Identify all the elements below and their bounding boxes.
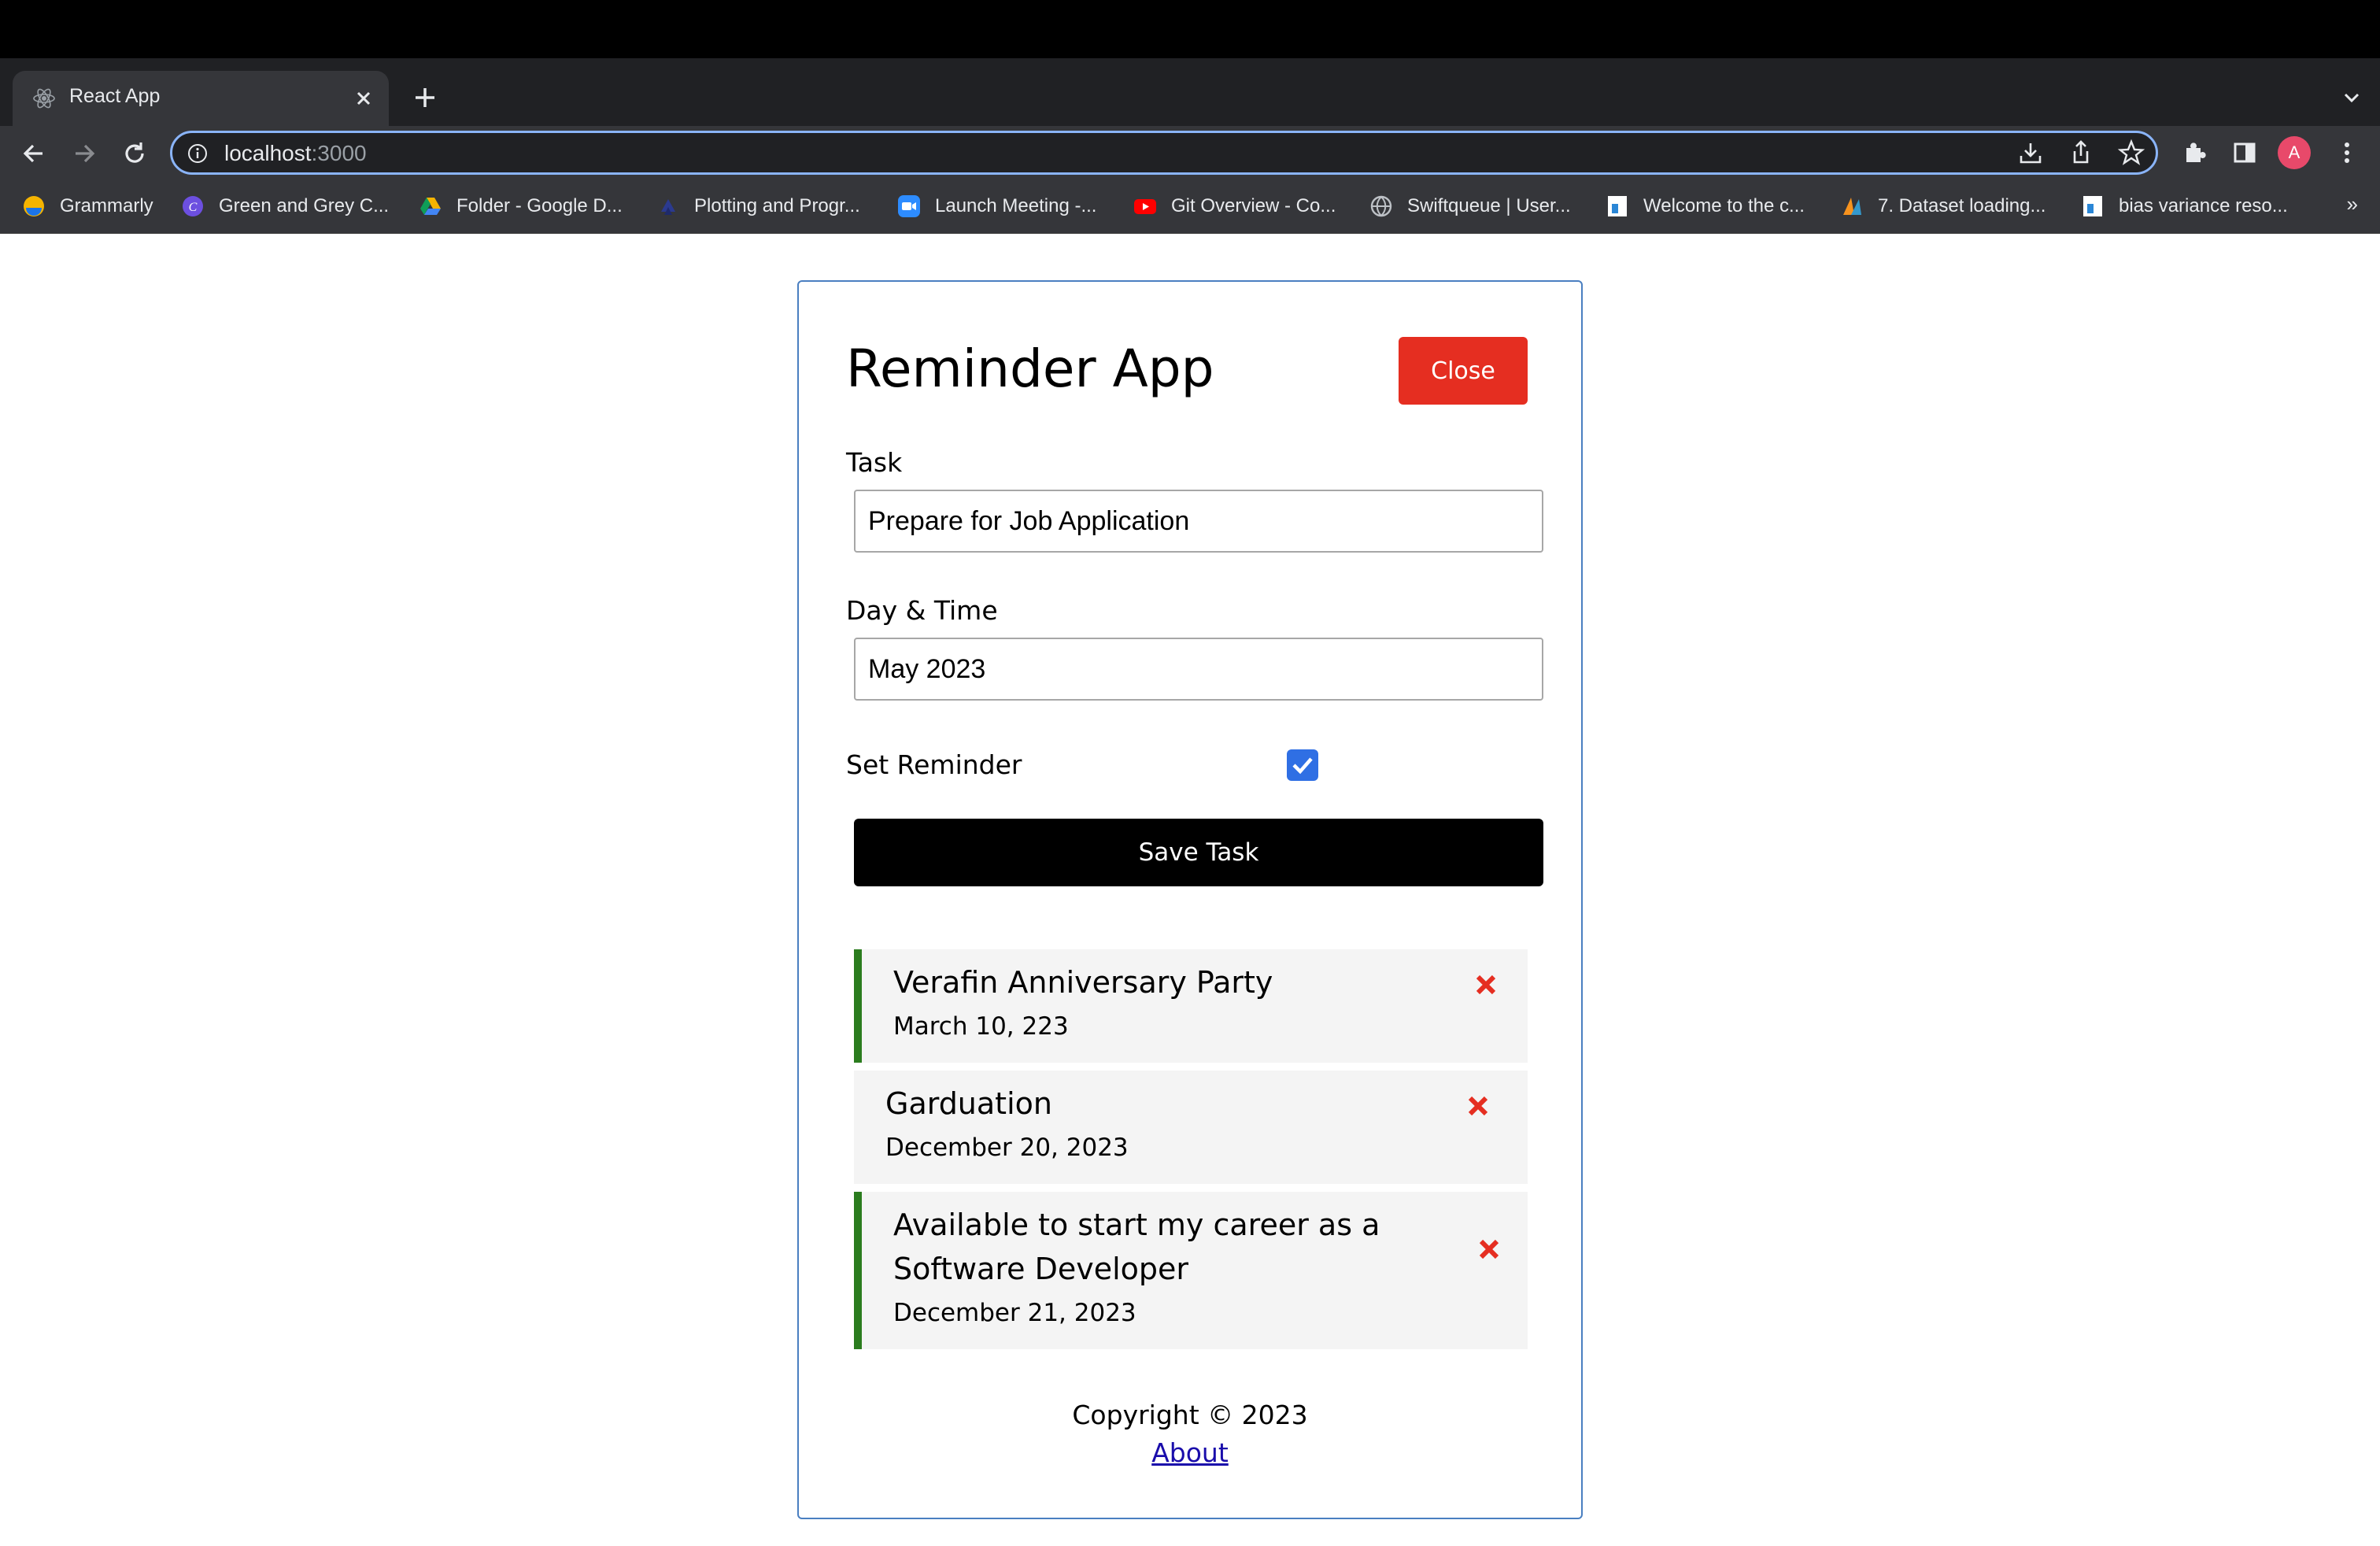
- python-icon: [661, 199, 675, 215]
- delete-icon[interactable]: [1466, 1094, 1490, 1118]
- task-item[interactable]: Garduation December 20, 2023: [854, 1071, 1528, 1184]
- profile-avatar[interactable]: A: [2278, 136, 2311, 169]
- grammarly-icon: [24, 196, 44, 216]
- youtube-icon: [1134, 199, 1156, 214]
- task-title: Verafin Anniversary Party: [893, 965, 1273, 1000]
- close-tab-icon[interactable]: [349, 84, 378, 113]
- url-text: localhost:3000: [224, 141, 367, 165]
- scikit-icon: [1843, 198, 1861, 215]
- browser-tab[interactable]: React App: [13, 71, 389, 126]
- task-date: March 10, 223: [893, 1012, 1069, 1041]
- info-icon[interactable]: [187, 142, 209, 165]
- task-item[interactable]: Verafin Anniversary Party March 10, 223: [854, 949, 1528, 1063]
- task-title: Garduation: [885, 1086, 1052, 1121]
- star-icon[interactable]: [2117, 139, 2145, 167]
- task-date: December 20, 2023: [885, 1134, 1129, 1162]
- react-icon: [33, 88, 55, 109]
- set-reminder-label: Set Reminder: [846, 749, 1022, 780]
- save-task-button[interactable]: Save Task: [854, 819, 1543, 886]
- task-title-line-1: Available to start my career as a: [893, 1208, 1380, 1242]
- task-title-line-2: Software Developer: [893, 1252, 1189, 1286]
- canva-icon: C: [183, 196, 203, 216]
- delete-icon[interactable]: [1477, 1237, 1501, 1261]
- svg-text:C: C: [189, 201, 198, 214]
- zoom-icon: [898, 195, 920, 217]
- back-arrow-icon[interactable]: [19, 139, 49, 168]
- more-bookmarks-button[interactable]: »: [2347, 192, 2358, 216]
- checkmark-icon: [1292, 757, 1313, 775]
- day-time-input[interactable]: [854, 638, 1543, 701]
- side-panel-icon[interactable]: [2230, 139, 2259, 167]
- bookmark-grammarly[interactable]: Grammarly: [22, 192, 153, 220]
- task-label: Task: [846, 447, 903, 478]
- bookmark-youtube[interactable]: Git Overview - Co...: [1133, 192, 1336, 220]
- extensions-icon[interactable]: [2180, 139, 2208, 167]
- delete-icon[interactable]: [1474, 973, 1498, 997]
- address-bar[interactable]: localhost:3000: [170, 131, 2158, 175]
- close-button[interactable]: Close: [1399, 337, 1528, 405]
- app-container: Reminder App Close Task Day & Time Set R…: [797, 280, 1583, 1519]
- forward-arrow-icon[interactable]: [69, 139, 99, 168]
- bookmark-bias-variance[interactable]: bias variance reso...: [2081, 192, 2288, 220]
- about-link[interactable]: About: [799, 1437, 1581, 1468]
- copyright-text: Copyright © 2023: [1072, 1400, 1308, 1430]
- menu-kebab-icon[interactable]: [2333, 139, 2361, 167]
- chevron-down-icon[interactable]: [2336, 82, 2367, 113]
- share-icon[interactable]: [2067, 139, 2095, 167]
- set-reminder-checkbox[interactable]: [1287, 749, 1318, 781]
- task-date: December 21, 2023: [893, 1299, 1136, 1327]
- document-icon: [2083, 196, 2102, 216]
- install-app-icon[interactable]: [2016, 139, 2045, 167]
- bookmark-dataset[interactable]: 7. Dataset loading...: [1840, 192, 2046, 220]
- bookmark-zoom[interactable]: Launch Meeting -...: [897, 192, 1096, 220]
- macos-menu-bar: [0, 0, 2380, 58]
- document-icon: [1608, 196, 1627, 216]
- bookmark-canva[interactable]: C Green and Grey C...: [181, 192, 389, 220]
- page-title: Reminder App: [846, 338, 1214, 399]
- bookmark-plotting[interactable]: Plotting and Progr...: [656, 192, 860, 220]
- day-time-label: Day & Time: [846, 595, 998, 626]
- bookmark-google-drive[interactable]: Folder - Google D...: [419, 192, 623, 220]
- google-drive-icon: [420, 198, 441, 215]
- task-item[interactable]: Available to start my career as a Softwa…: [854, 1192, 1528, 1349]
- task-input[interactable]: [854, 490, 1543, 553]
- new-tab-icon[interactable]: [408, 80, 442, 115]
- globe-icon: [1370, 195, 1392, 217]
- tab-title: React App: [69, 85, 161, 107]
- reload-icon[interactable]: [120, 139, 150, 168]
- bookmark-welcome[interactable]: Welcome to the c...: [1606, 192, 1805, 220]
- bookmark-swiftqueue[interactable]: Swiftqueue | User...: [1369, 192, 1571, 220]
